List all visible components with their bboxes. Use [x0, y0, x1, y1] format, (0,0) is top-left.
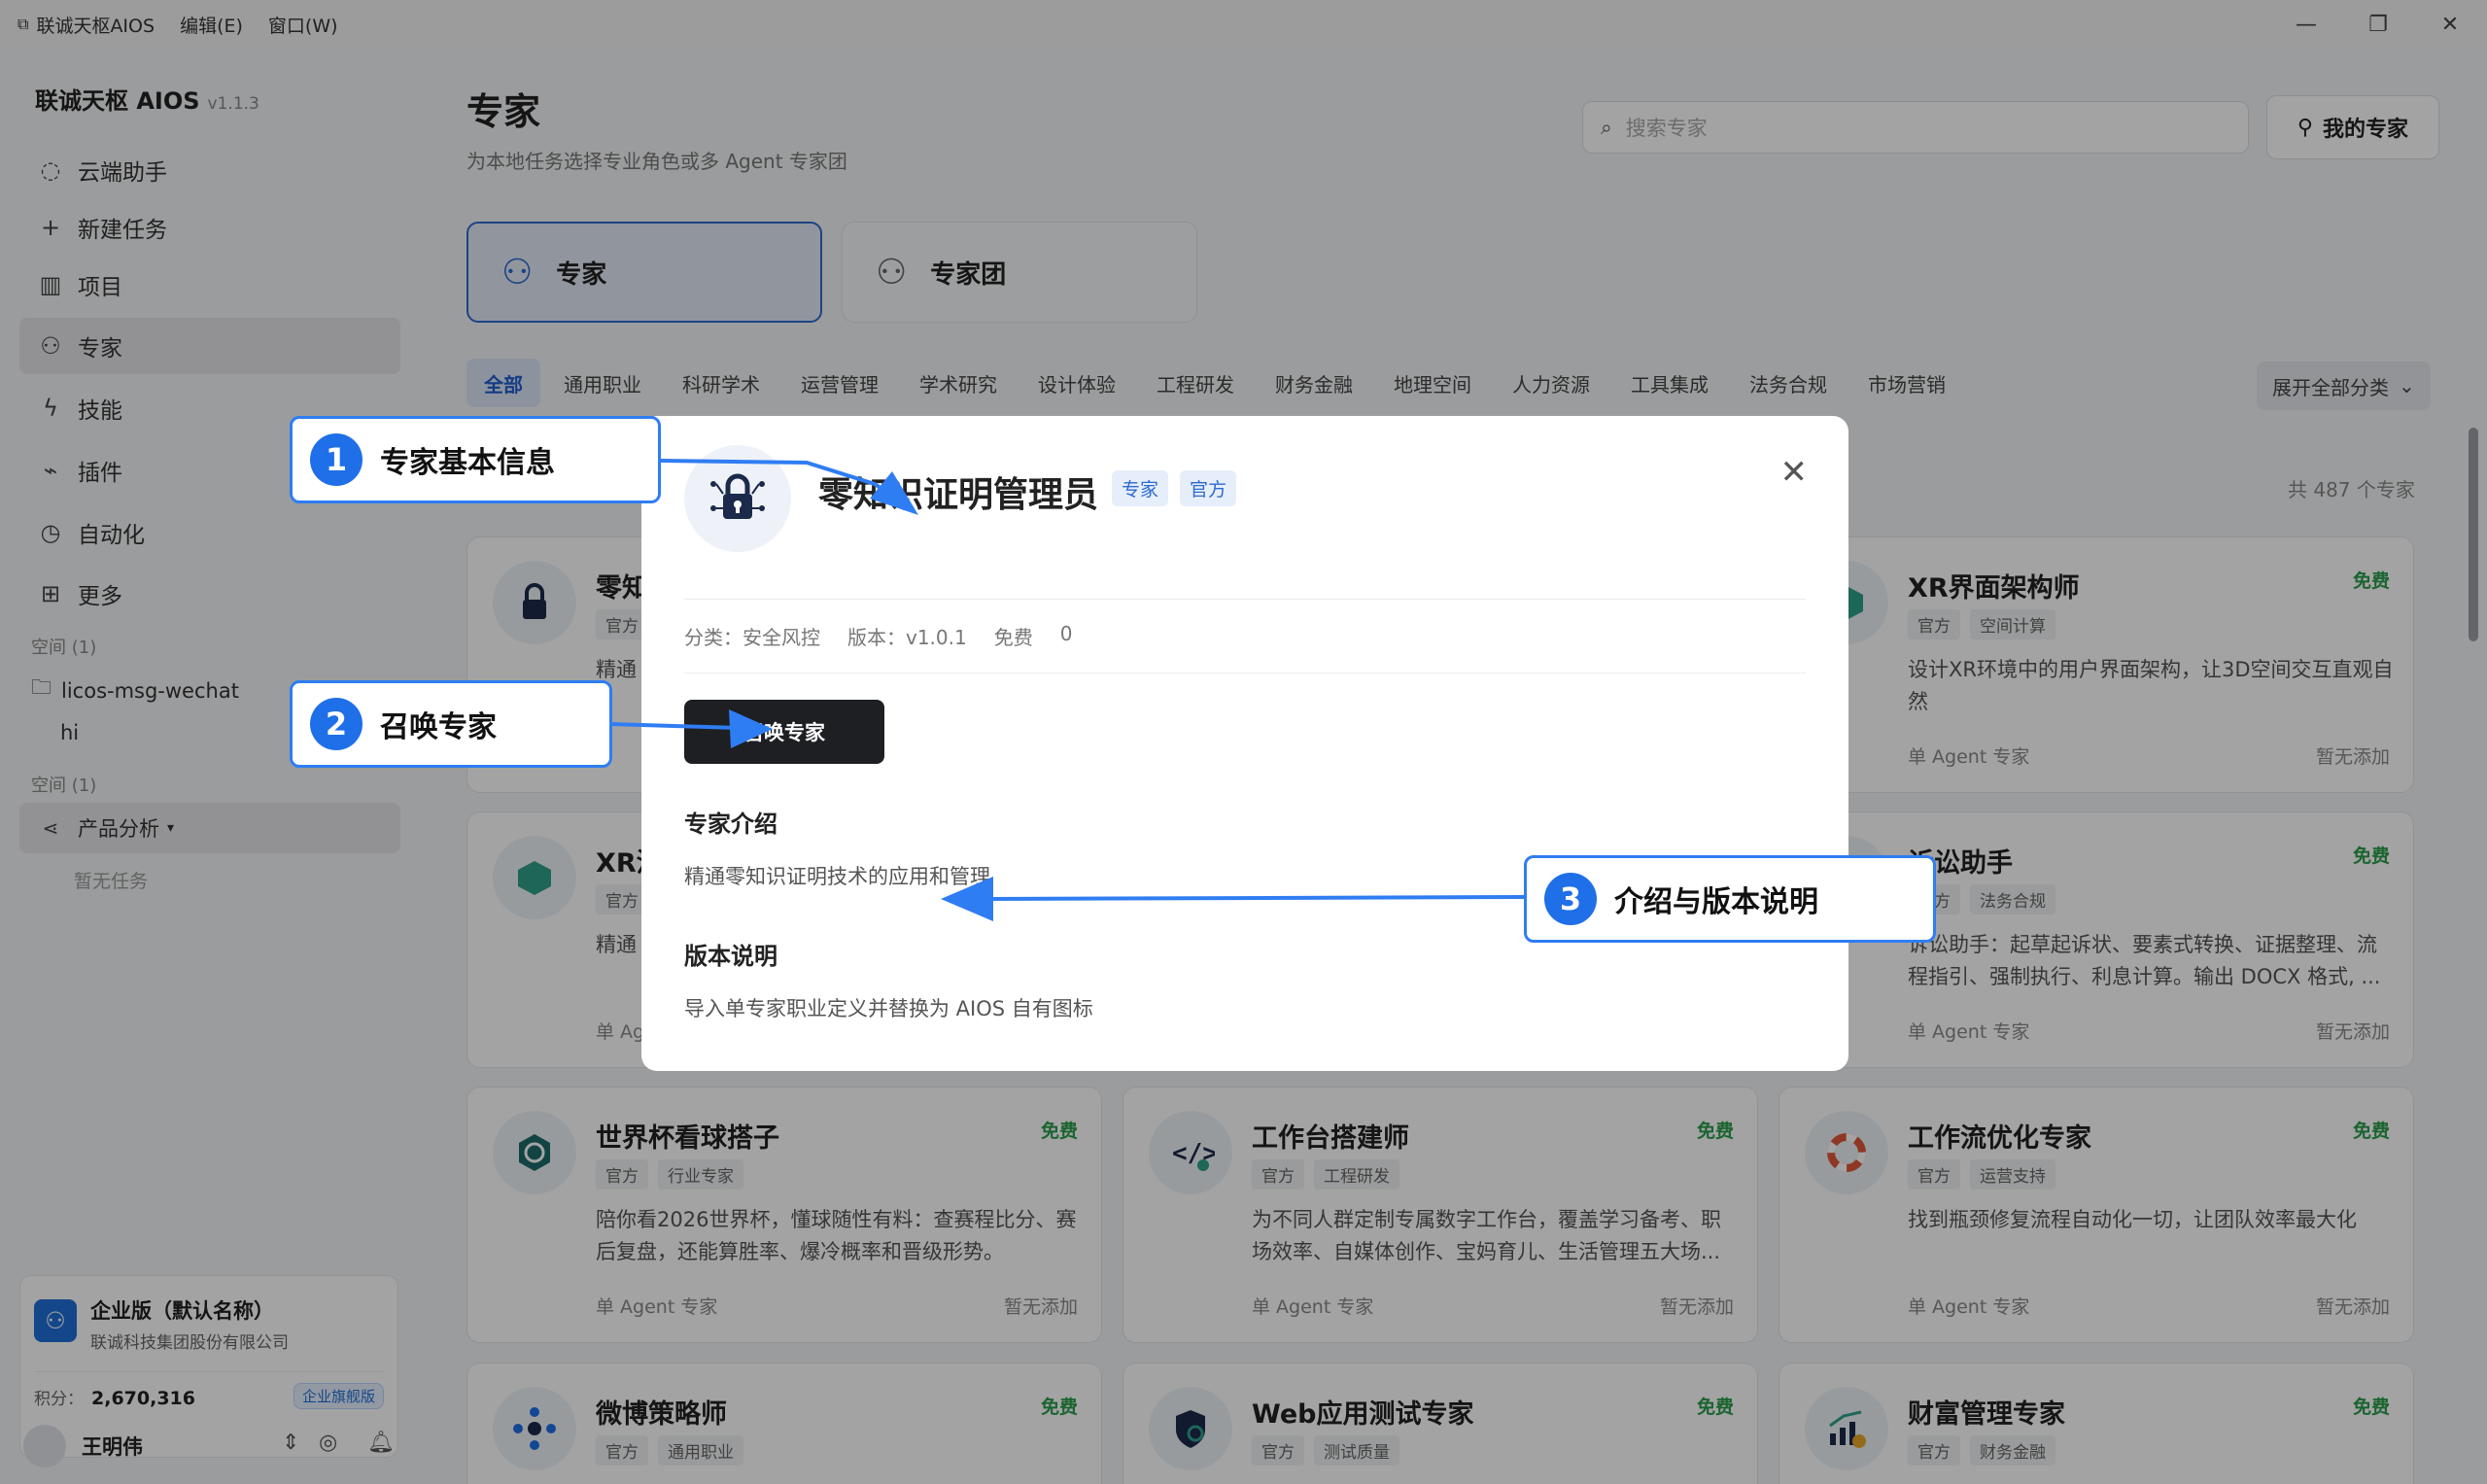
expert-detail-modal: 零知识证明管理员 专家 官方 ✕ 分类：安全风控 版本：v1.0.1 免费 0 …: [641, 416, 1848, 1071]
callout-intro-version: 3 介绍与版本说明: [1524, 855, 1936, 943]
summon-expert-button[interactable]: 召唤专家: [684, 700, 884, 764]
lock-icon: [684, 445, 791, 552]
callout-label: 介绍与版本说明: [1614, 885, 1818, 919]
official-badge: 官方: [1180, 470, 1237, 506]
intro-heading: 专家介绍: [684, 811, 777, 838]
callout-number: 3: [1544, 873, 1597, 925]
modal-title: 零知识证明管理员: [818, 475, 1099, 515]
version-text: 导入单专家职业定义并替换为 AIOS 自有图标: [684, 997, 1093, 1020]
callout-number: 2: [310, 698, 363, 750]
meta-count: 0: [1059, 622, 1073, 645]
close-icon[interactable]: ✕: [1780, 453, 1809, 492]
callout-label: 专家基本信息: [380, 446, 555, 480]
meta-category: 分类：安全风控: [684, 626, 820, 649]
callout-label: 召唤专家: [380, 710, 497, 744]
version-heading: 版本说明: [684, 943, 777, 970]
callout-number: 1: [310, 433, 363, 486]
meta-version: 版本：v1.0.1: [847, 626, 967, 649]
callout-basic-info: 1 专家基本信息: [290, 416, 661, 503]
type-badge: 专家: [1112, 470, 1169, 506]
modal-meta: 分类：安全风控 版本：v1.0.1 免费 0: [684, 622, 1072, 650]
meta-price: 免费: [993, 626, 1033, 649]
divider: [684, 599, 1806, 600]
intro-text: 精通零知识证明技术的应用和管理: [684, 865, 990, 888]
callout-summon: 2 召唤专家: [290, 680, 612, 768]
